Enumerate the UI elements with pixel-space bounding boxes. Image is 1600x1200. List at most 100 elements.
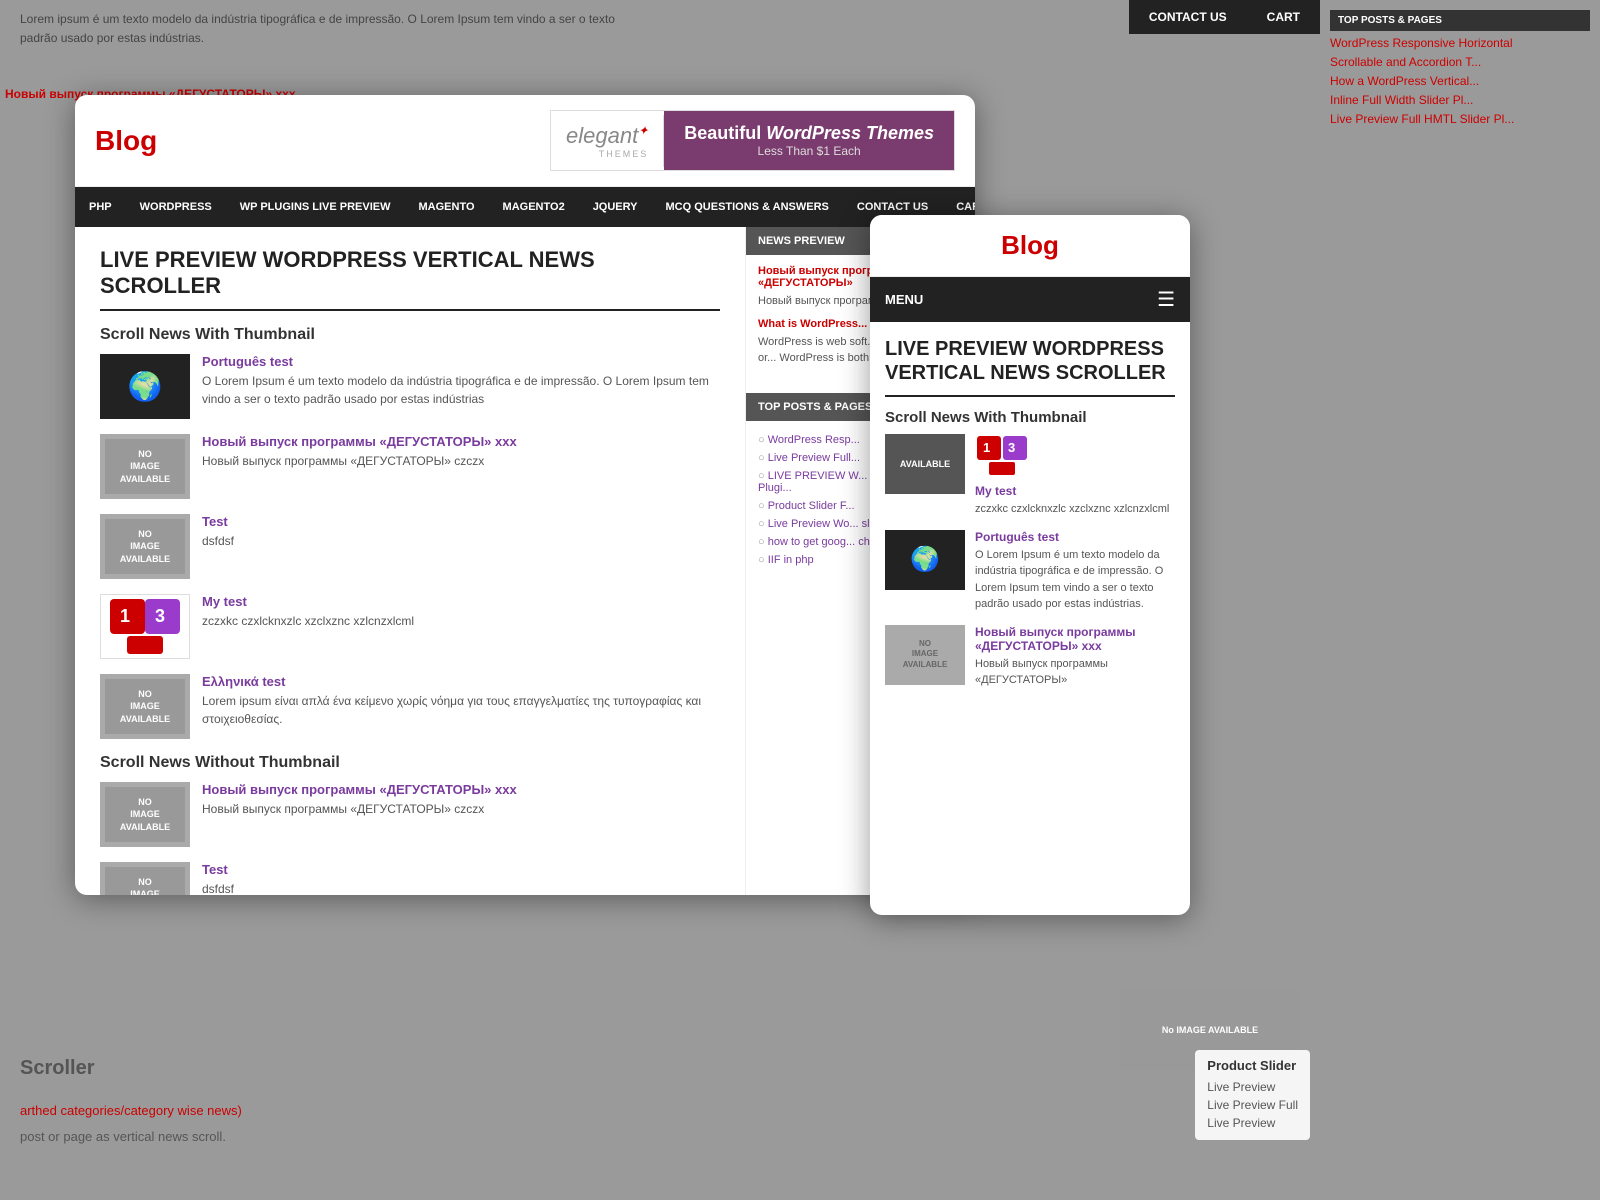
bg-top-posts-bar: TOP POSTS & PAGES <box>1330 10 1590 31</box>
mobile-globe-icon: 🌍 <box>910 545 940 574</box>
news-content-5: Ελληνικά test Lorem ipsum είναι απλά ένα… <box>202 674 720 728</box>
no-image-box-5: NOIMAGEAVAILABLE <box>105 679 185 734</box>
nav-mcq[interactable]: MCQ QUESTIONS & ANSWERS <box>652 187 843 227</box>
mobile-news-link-1[interactable]: My test <box>975 484 1169 498</box>
main-window: Blog elegant✦ themes Beautiful WordPress… <box>75 95 975 895</box>
mobile-news-link-3[interactable]: Новый выпуск программы «ДЕГУСТАТОРЫ» xxx <box>975 625 1175 653</box>
mobile-news-text-1: zczxkc czxlcknxzlc xzclxznc xzlcnzxlcml <box>975 501 1169 518</box>
thumb-no-image-5: NOIMAGEAVAILABLE <box>100 674 190 739</box>
no-image-box-3: NOIMAGEAVAILABLE <box>105 519 185 574</box>
svg-text:3: 3 <box>155 606 165 626</box>
no-image-text: No IMAGE AVAILABLE <box>1162 1024 1258 1037</box>
news-text-4: zczxkc czxlcknxzlc xzclxznc xzlcnzxlcml <box>202 612 414 630</box>
elegant-name: elegant✦ <box>566 123 648 149</box>
no-image-box-6: NOIMAGEAVAILABLE <box>105 787 185 842</box>
mobile-available-badge: AVAILABLE <box>885 434 965 494</box>
no-image-box-7: NOIMAGEAVAILABLE <box>105 867 185 895</box>
contact-cart-bar: CONTACT US CART <box>1129 0 1320 34</box>
mobile-thumb-2: 🌍 <box>885 530 965 590</box>
hamburger-icon[interactable]: ☰ <box>1157 287 1175 312</box>
thumb-no-image-3: NOIMAGEAVAILABLE <box>100 514 190 579</box>
news-link-2[interactable]: Новый выпуск программы «ДЕГУСТАТОРЫ» xxx <box>202 434 517 449</box>
cart-link[interactable]: CART <box>1247 0 1320 34</box>
news-item-5: NOIMAGEAVAILABLE Ελληνικά test Lorem ips… <box>100 674 720 739</box>
elegant-sub: themes <box>566 149 648 159</box>
section-heading-2: Scroll News Without Thumbnail <box>100 754 720 772</box>
mobile-news-text-3: Новый выпуск программы «ДЕГУСТАТОРЫ» <box>975 656 1175 689</box>
sidebar-post-link-7[interactable]: IIF in php <box>768 554 814 566</box>
sidebar-post-link-2[interactable]: Live Preview Full... <box>768 452 860 464</box>
svg-text:1: 1 <box>983 440 990 455</box>
bg-post-text: post or page as vertical news scroll. <box>20 1129 226 1144</box>
news-content-7: Test dsfdsf <box>202 862 234 895</box>
news-item-3: NOIMAGEAVAILABLE Test dsfdsf <box>100 514 720 579</box>
news-text-6: Новый выпуск программы «ДЕГУСТАТОРЫ» czc… <box>202 800 517 818</box>
contact-link[interactable]: CONTACT US <box>1129 0 1247 34</box>
main-content: LIVE PREVIEW WORDPRESS VERTICAL NEWS SCR… <box>75 227 975 895</box>
news-link-4[interactable]: My test <box>202 594 414 609</box>
news-text-3: dsfdsf <box>202 532 234 550</box>
thumb-globe-1: 🌍 <box>100 354 190 419</box>
nav-jquery[interactable]: JQUERY <box>579 187 652 227</box>
mobile-content: LIVE PREVIEW WORDPRESS VERTICAL NEWS SCR… <box>870 322 1190 915</box>
mobile-thumb-1: AVAILABLE <box>885 434 965 494</box>
sidebar-post-link-4[interactable]: Product Slider F... <box>768 500 855 512</box>
product-slider-section: Product Slider Live Preview Live Preview… <box>1195 1050 1310 1140</box>
svg-text:1: 1 <box>120 606 130 626</box>
news-link-1[interactable]: Português test <box>202 354 720 369</box>
nav-magento2[interactable]: MAGENTO2 <box>489 187 579 227</box>
news-content-4: My test zczxkc czxlcknxzlc xzclxznc xzlc… <box>202 594 414 630</box>
news-link-5[interactable]: Ελληνικά test <box>202 674 720 689</box>
mobile-article-title: LIVE PREVIEW WORDPRESS VERTICAL NEWS SCR… <box>885 337 1175 397</box>
mobile-news-content-2: Português test O Lorem Ipsum é um texto … <box>975 530 1175 613</box>
mobile-no-image-3: NOIMAGEAVAILABLE <box>885 625 965 685</box>
nav-magento[interactable]: MAGENTO <box>405 187 489 227</box>
main-logo: Blog <box>95 125 157 157</box>
main-header: Blog elegant✦ themes Beautiful WordPress… <box>75 95 975 187</box>
banner-promo: Beautiful WordPress Themes Less Than $1 … <box>664 111 954 170</box>
thumb-no-image-6: NOIMAGEAVAILABLE <box>100 782 190 847</box>
thumb-no-image-7: NOIMAGEAVAILABLE <box>100 862 190 895</box>
cube-svg-icon: 1 3 <box>105 594 185 659</box>
nav-wp-plugins[interactable]: WP PLUGINS LIVE PREVIEW <box>226 187 405 227</box>
header-banner: elegant✦ themes Beautiful WordPress Them… <box>550 110 955 171</box>
product-slider-live-preview-2[interactable]: Live Preview <box>1207 1114 1298 1132</box>
mobile-menu-label: MENU <box>885 292 923 307</box>
news-link-6[interactable]: Новый выпуск программы «ДЕГУСТАТОРЫ» xxx <box>202 782 517 797</box>
available-text: AVAILABLE <box>900 459 950 469</box>
bg-right-link-1[interactable]: WordPress Responsive Horizontal <box>1330 36 1590 50</box>
mobile-news-link-2[interactable]: Português test <box>975 530 1175 544</box>
news-item-6: NOIMAGEAVAILABLE Новый выпуск программы … <box>100 782 720 847</box>
mobile-section-heading: Scroll News With Thumbnail <box>885 409 1175 426</box>
bg-right-link-5[interactable]: Live Preview Full HMTL Slider Pl... <box>1330 112 1590 126</box>
thumb-cube-4: 1 3 <box>100 594 190 659</box>
news-link-7[interactable]: Test <box>202 862 234 877</box>
news-text-5: Lorem ipsum είναι απλά ένα κείμενο χωρίς… <box>202 692 720 728</box>
mobile-cube-icon: 1 3 <box>975 434 1030 479</box>
bg-scroller-label: Scroller <box>20 1048 242 1088</box>
bg-right-link-4[interactable]: Inline Full Width Slider Pl... <box>1330 93 1590 107</box>
bg-right-link-3[interactable]: How a WordPress Vertical... <box>1330 74 1590 88</box>
mobile-nav: MENU ☰ <box>870 277 1190 322</box>
banner-promo-title: Beautiful WordPress Themes <box>684 123 934 144</box>
mobile-logo: Blog <box>890 230 1170 261</box>
bg-right-link-2[interactable]: Scrollable and Accordion T... <box>1330 55 1590 69</box>
mobile-news-item-1: AVAILABLE 1 3 My test zczxkc czxlcknxzlc… <box>885 434 1175 518</box>
product-slider-live-preview-full[interactable]: Live Preview Full <box>1207 1096 1298 1114</box>
mobile-news-item-2: 🌍 Português test O Lorem Ipsum é um text… <box>885 530 1175 613</box>
mobile-thumb-dark-2: 🌍 <box>885 530 965 590</box>
bg-top-paragraph: Lorem ipsum é um texto modelo da indústr… <box>20 10 620 48</box>
sidebar-post-link-1[interactable]: WordPress Resp... <box>768 434 860 446</box>
news-link-3[interactable]: Test <box>202 514 234 529</box>
nav-php[interactable]: PHP <box>75 187 126 227</box>
product-slider-live-preview-1[interactable]: Live Preview <box>1207 1078 1298 1096</box>
news-content-2: Новый выпуск программы «ДЕГУСТАТОРЫ» xxx… <box>202 434 517 470</box>
nav-wordpress[interactable]: WORDPRESS <box>126 187 226 227</box>
no-image-box-2: NOIMAGEAVAILABLE <box>105 439 185 494</box>
news-content-3: Test dsfdsf <box>202 514 234 550</box>
bg-category-link[interactable]: arthed categories/category wise news) <box>20 1103 242 1118</box>
news-item-4: 1 3 My test zczxkc czxlcknxzlc xzclxznc … <box>100 594 720 659</box>
mobile-news-content-3: Новый выпуск программы «ДЕГУСТАТОРЫ» xxx… <box>975 625 1175 689</box>
main-article: LIVE PREVIEW WORDPRESS VERTICAL NEWS SCR… <box>75 227 745 895</box>
article-title: LIVE PREVIEW WORDPRESS VERTICAL NEWS SCR… <box>100 247 720 311</box>
